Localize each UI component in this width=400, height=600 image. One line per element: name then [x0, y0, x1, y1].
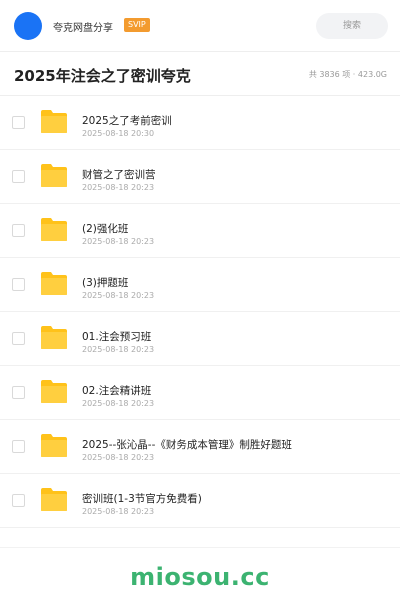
top-bar: 夸克网盘分享 SVIP 搜索 [0, 0, 400, 52]
file-date: 2025-08-18 20:23 [82, 183, 155, 192]
row-checkbox[interactable] [12, 224, 25, 237]
footer-divider [0, 547, 400, 548]
row-checkbox[interactable] [12, 386, 25, 399]
file-row[interactable]: 财管之了密训营 2025-08-18 20:23 [0, 150, 400, 204]
file-name: (2)强化班 [82, 223, 129, 235]
row-checkbox[interactable] [12, 278, 25, 291]
search-button[interactable]: 搜索 [316, 13, 388, 39]
folder-icon [40, 217, 68, 242]
file-name: 01.注会预习班 [82, 331, 152, 343]
file-date: 2025-08-18 20:23 [82, 507, 155, 516]
avatar[interactable] [14, 12, 42, 40]
file-name: (3)押题班 [82, 277, 129, 289]
row-checkbox[interactable] [12, 440, 25, 453]
file-row[interactable]: (2)强化班 2025-08-18 20:23 [0, 204, 400, 258]
file-name: 2025之了考前密训 [82, 115, 172, 127]
item-count-size: 共 3836 项 · 423.0G [308, 70, 387, 79]
file-row[interactable]: 2025之了考前密训 2025-08-18 20:30 [0, 96, 400, 150]
file-row[interactable]: 02.注会精讲班 2025-08-18 20:23 [0, 366, 400, 420]
file-row[interactable]: 2025--张沁晶--《财务成本管理》制胜好题班 2025-08-18 20:23 [0, 420, 400, 474]
row-checkbox[interactable] [12, 116, 25, 129]
folder-icon [40, 379, 68, 404]
folder-icon [40, 325, 68, 350]
file-date: 2025-08-18 20:23 [82, 399, 155, 408]
file-row[interactable]: (3)押题班 2025-08-18 20:23 [0, 258, 400, 312]
folder-icon [40, 109, 68, 134]
row-checkbox[interactable] [12, 494, 25, 507]
page-title: 2025年注会之了密训夸克 [14, 67, 191, 85]
file-date: 2025-08-18 20:23 [82, 291, 155, 300]
folder-icon [40, 487, 68, 512]
file-name: 密训班(1-3节官方免费看) [82, 493, 202, 505]
file-date: 2025-08-18 20:30 [82, 129, 155, 138]
file-date: 2025-08-18 20:23 [82, 237, 155, 246]
share-owner-name: 夸克网盘分享 [53, 23, 113, 34]
row-checkbox[interactable] [12, 170, 25, 183]
file-date: 2025-08-18 20:23 [82, 345, 155, 354]
folder-icon [40, 433, 68, 458]
file-name: 02.注会精讲班 [82, 385, 152, 397]
file-date: 2025-08-18 20:23 [82, 453, 155, 462]
row-checkbox[interactable] [12, 332, 25, 345]
file-name: 财管之了密训营 [82, 169, 156, 181]
file-list: 2025之了考前密训 2025-08-18 20:30 财管之了密训营 2025-08… [0, 96, 400, 528]
file-row[interactable]: 密训班(1-3节官方免费看) 2025-08-18 20:23 [0, 474, 400, 528]
file-name: 2025--张沁晶--《财务成本管理》制胜好题班 [82, 439, 292, 451]
svip-badge: SVIP [124, 18, 150, 32]
folder-icon [40, 163, 68, 188]
file-row[interactable]: 01.注会预习班 2025-08-18 20:23 [0, 312, 400, 366]
folder-icon [40, 271, 68, 296]
watermark: miosou.cc [130, 563, 270, 591]
share-header: 2025年注会之了密训夸克 共 3836 项 · 423.0G [0, 52, 400, 96]
